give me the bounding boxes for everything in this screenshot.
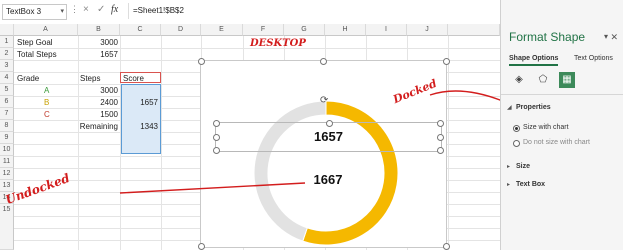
chevron-down-icon[interactable]: ▾ — [604, 32, 608, 41]
radio-label-do-not-size: Do not size with chart — [523, 139, 590, 146]
annotation-arrow-undocked — [119, 182, 306, 194]
tab-shape-options[interactable]: Shape Options — [509, 55, 559, 66]
section-properties[interactable]: Properties — [516, 104, 551, 111]
effects-icon[interactable]: ⬠ — [535, 72, 551, 88]
size-properties-icon[interactable]: ▦ — [559, 72, 575, 88]
format-shape-panel: Format Shape ▾ ✕ Shape Options Text Opti… — [500, 0, 623, 250]
chevron-down-icon[interactable]: ◢ — [507, 104, 512, 111]
radio-size-with-chart[interactable] — [513, 125, 520, 132]
fill-line-icon[interactable]: ◈ — [511, 72, 527, 88]
panel-title: Format Shape — [509, 30, 586, 44]
section-size[interactable]: Size — [516, 163, 530, 170]
radio-label-size-with-chart: Size with chart — [523, 124, 569, 131]
tab-text-options[interactable]: Text Options — [574, 55, 613, 62]
chevron-right-icon[interactable]: ▸ — [507, 181, 510, 188]
section-text-box[interactable]: Text Box — [516, 181, 545, 188]
close-icon[interactable]: ✕ — [610, 32, 618, 43]
chevron-right-icon[interactable]: ▸ — [507, 163, 510, 170]
radio-do-not-size[interactable] — [513, 140, 520, 147]
divider — [501, 94, 623, 95]
